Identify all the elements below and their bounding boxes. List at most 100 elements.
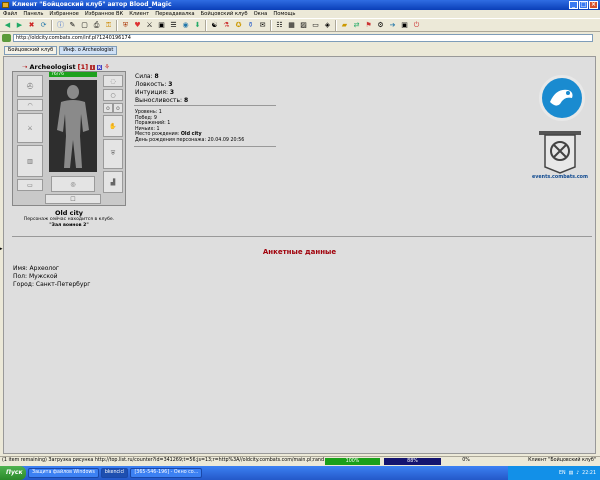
profile-gender: Пол: Мужской — [13, 273, 58, 280]
toolbar-separator — [116, 19, 118, 31]
shield-icon[interactable]: ⛨ — [120, 20, 131, 31]
palette-icon[interactable]: ◈ — [322, 20, 333, 31]
arrows-icon[interactable]: ⇄ — [351, 20, 362, 31]
app-icon — [2, 2, 9, 8]
window-icon[interactable]: ▭ — [310, 20, 321, 31]
forward-icon[interactable]: ▶ — [14, 20, 25, 31]
close-button[interactable]: × — [589, 1, 598, 9]
yinyang-icon[interactable]: ☯ — [209, 20, 220, 31]
toolbar-separator — [270, 19, 272, 31]
tab-character-info[interactable]: Инф. о Archeologist — [59, 46, 118, 55]
sword-icon[interactable]: ⚔ — [144, 20, 155, 31]
tab-fight-club[interactable]: Бойцовский клуб — [4, 46, 58, 55]
profile-name: Имя: Археолог — [13, 265, 60, 272]
progress-third: 0% — [462, 458, 470, 463]
clan-badge-icon[interactable]: К — [97, 64, 103, 70]
belt-slot[interactable]: ▭ — [17, 179, 43, 191]
medal-icon[interactable]: ✪ — [233, 20, 244, 31]
download-icon[interactable]: ⬇ — [192, 20, 203, 31]
maximize-button[interactable]: □ — [579, 1, 588, 9]
menu-fight-club[interactable]: Бойцовский клуб — [201, 10, 248, 18]
armor-slot[interactable]: ▥ — [17, 145, 43, 177]
volume-icon[interactable]: ♪ — [576, 471, 579, 476]
shield-slot[interactable]: ⛨ — [103, 139, 123, 169]
taskbar-item-file-protection[interactable]: Защита файлов Windows — [28, 468, 99, 478]
menu-panel[interactable]: Панель — [23, 10, 43, 18]
image-icon[interactable]: ▨ — [298, 20, 309, 31]
stat-strength: 8 — [154, 73, 159, 80]
info-badge-icon[interactable]: i — [90, 64, 96, 70]
events-banner-icon[interactable] — [537, 129, 583, 175]
list-icon[interactable]: ☷ — [274, 20, 285, 31]
mail-icon[interactable]: ✉ — [257, 20, 268, 31]
character-silhouette — [49, 80, 97, 172]
info-birthday: День рождения персонажа: 20.04.09 20:56 — [135, 137, 245, 143]
globe-icon[interactable]: ◉ — [180, 20, 191, 31]
amulet-slot[interactable]: ◠ — [17, 99, 43, 111]
section-divider — [12, 236, 592, 237]
taskbar-item-chat-window[interactable]: [365-546-196] - Окно со... — [130, 468, 203, 478]
settings-icon[interactable]: ⚙ — [375, 20, 386, 31]
back-icon[interactable]: ◀ — [2, 20, 13, 31]
stop-icon[interactable]: ✖ — [26, 20, 37, 31]
address-input[interactable]: http://oldcity.combats.com/inf.pl?124019… — [13, 34, 593, 42]
earrings-slot[interactable]: ◌ — [103, 75, 123, 87]
character-header: ➝ Archeologist [1] i К ⚘ — [22, 63, 110, 71]
info-icon[interactable]: ⓘ — [55, 20, 66, 31]
menu-client[interactable]: Клиент — [129, 10, 149, 18]
network-icon[interactable]: ▤ — [569, 471, 574, 476]
stat-intuition: 3 — [169, 89, 175, 96]
pocket-slot[interactable]: ◎ — [51, 176, 95, 192]
ring-slot-1[interactable]: o — [103, 103, 113, 113]
lock-icon[interactable]: ▣ — [156, 20, 167, 31]
arrow-right-icon[interactable]: ➔ — [387, 20, 398, 31]
events-link[interactable]: events.combats.com — [530, 175, 590, 180]
menu-favorites[interactable]: Избранное — [49, 10, 78, 18]
stat-strength-label: Сила: — [135, 73, 153, 80]
necklace-slot[interactable]: ○ — [103, 89, 123, 101]
menu-favorites-vk[interactable]: Избранное ВК — [85, 10, 123, 18]
combats-logo[interactable] — [539, 75, 585, 121]
ring-slot-2[interactable]: o — [113, 103, 123, 113]
minimize-button[interactable]: _ — [569, 1, 578, 9]
character-status: Персонаж сейчас находится в клубе. "Зал … — [12, 217, 126, 228]
flag-icon[interactable]: ⚑ — [363, 20, 374, 31]
start-button[interactable]: Пуск — [0, 466, 26, 480]
boots-slot[interactable]: ▟ — [103, 171, 123, 193]
address-bar: http://oldcity.combats.com/inf.pl?124019… — [0, 33, 600, 43]
potion-icon[interactable]: ⚗ — [221, 20, 232, 31]
bag-slot[interactable]: ☐ — [45, 194, 101, 204]
favorites-icon[interactable]: ♥ — [132, 20, 143, 31]
character-city: Old city — [54, 209, 84, 217]
info-birthplace: Old city — [180, 132, 202, 137]
menu-windows[interactable]: Окна — [254, 10, 268, 18]
profile-details: Имя: Археолог Пол: Мужской Город: Санкт-… — [13, 265, 90, 289]
language-indicator[interactable]: EN — [559, 471, 566, 476]
window-title: Клиент "Бойцовский клуб" автор Blood_Mag… — [12, 1, 172, 8]
print-icon[interactable]: ⎙ — [91, 20, 102, 31]
stat-intuition-label: Интуиция: — [135, 89, 168, 96]
lock-icon[interactable]: ⚿ — [103, 20, 114, 31]
profile-city: Город: Санкт-Петербург — [13, 281, 91, 288]
power-icon[interactable]: ⏻ — [411, 20, 422, 31]
menu-transfer[interactable]: Переадавалка — [155, 10, 194, 18]
title-bar[interactable]: Клиент "Бойцовский клуб" автор Blood_Mag… — [0, 0, 600, 10]
arrow-icon: ➝ — [22, 63, 28, 71]
helmet-slot[interactable]: ⛑ — [17, 75, 43, 97]
page-icon — [2, 34, 11, 42]
taskbar-item-bkencicl[interactable]: bkencicl — [100, 468, 129, 478]
menu-bar: Файл Панель Избранное Избранное ВК Клиен… — [0, 10, 600, 18]
grid-icon[interactable]: ▦ — [286, 20, 297, 31]
gloves-slot[interactable]: ✋ — [103, 115, 123, 137]
folder-icon[interactable]: ▰ — [339, 20, 350, 31]
menu-file[interactable]: Файл — [3, 10, 17, 18]
window-icon[interactable]: ▢ — [79, 20, 90, 31]
monitor-icon[interactable]: ▣ — [399, 20, 410, 31]
tools-icon[interactable]: ✎ — [67, 20, 78, 31]
weapon-slot[interactable]: ⚔ — [17, 113, 43, 143]
menu-help[interactable]: Помощь — [273, 10, 295, 18]
room-name: "Зал воинов 2" — [49, 222, 89, 228]
refresh-icon[interactable]: ⟳ — [38, 20, 49, 31]
flask-icon[interactable]: ⚱ — [245, 20, 256, 31]
chat-icon[interactable]: ☰ — [168, 20, 179, 31]
